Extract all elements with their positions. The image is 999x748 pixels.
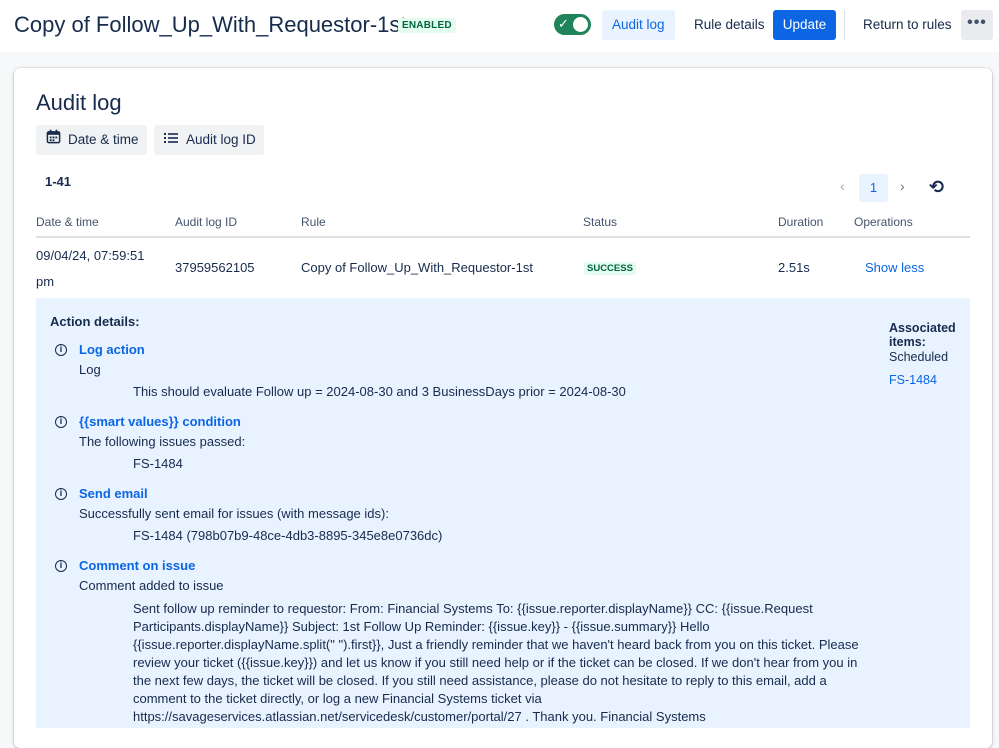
audit-log-card: Audit log Date & time Audit log ID 1-41 …	[14, 68, 992, 748]
associated-items-label: Associated items:	[889, 321, 956, 349]
column-header-duration: Duration	[778, 215, 824, 229]
smart-values-condition-subtitle: The following issues passed:	[79, 434, 246, 449]
log-action-body: This should evaluate Follow up = 2024-08…	[133, 384, 626, 399]
page-title: Copy of Follow_Up_With_Requestor-1st	[14, 12, 407, 37]
associated-items: Associated items: Scheduled FS-1484	[889, 321, 959, 387]
rule-enabled-toggle[interactable]: ✓	[554, 14, 591, 35]
action-details-heading: Action details:	[50, 314, 140, 329]
smart-values-condition-title[interactable]: {{smart values}} condition	[79, 414, 241, 429]
log-action-subtitle: Log	[79, 362, 101, 377]
list-icon	[164, 125, 180, 155]
calendar-icon	[46, 125, 62, 155]
info-icon: i	[55, 344, 67, 356]
row-rule: Copy of Follow_Up_With_Requestor-1st	[301, 260, 533, 275]
log-action-title[interactable]: Log action	[79, 342, 145, 357]
result-range: 1-41	[45, 174, 72, 189]
enabled-status-badge: ENABLED	[398, 18, 456, 33]
column-header-status: Status	[583, 215, 618, 229]
update-button[interactable]: Update	[773, 10, 836, 40]
column-header-date: Date & time	[36, 215, 99, 229]
row-date-line2: pm	[36, 274, 55, 289]
associated-items-type: Scheduled	[889, 350, 949, 364]
smart-values-condition-body: FS-1484	[133, 456, 183, 471]
check-icon: ✓	[558, 16, 569, 31]
row-audit-id: 37959562105	[175, 260, 255, 275]
more-icon: •••	[967, 14, 987, 31]
row-duration: 2.51s	[778, 260, 810, 275]
info-icon: i	[55, 488, 67, 500]
comment-on-issue-subtitle: Comment added to issue	[79, 578, 224, 593]
chevron-right-icon[interactable]: ›	[900, 178, 905, 194]
comment-on-issue-body: Sent follow up reminder to requestor: Fr…	[133, 601, 859, 724]
audit-log-title: Audit log	[36, 90, 122, 115]
show-less-link[interactable]: Show less	[865, 260, 924, 275]
column-header-operations: Operations	[854, 215, 913, 229]
audit-log-id-filter-label: Audit log ID	[186, 132, 256, 147]
column-header-audit-id: Audit log ID	[175, 215, 238, 229]
audit-log-id-filter-button[interactable]: Audit log ID	[154, 125, 264, 155]
header-divider	[844, 10, 845, 40]
column-header-rule: Rule	[301, 215, 326, 229]
send-email-title[interactable]: Send email	[79, 486, 148, 501]
info-icon: i	[55, 560, 67, 572]
return-to-rules-button[interactable]: Return to rules	[853, 10, 962, 40]
send-email-body: FS-1484 (798b07b9-48ce-4db3-8895-345e8e0…	[133, 528, 443, 543]
toggle-knob	[573, 17, 588, 32]
chevron-left-icon[interactable]: ‹	[840, 178, 845, 194]
action-details-panel: Action details: Associated items: Schedu…	[36, 298, 970, 728]
table-header-divider	[36, 236, 970, 238]
success-status-badge: SUCCESS	[584, 262, 636, 275]
refresh-icon[interactable]: ⟲	[929, 177, 944, 198]
date-time-filter-label: Date & time	[68, 132, 139, 147]
row-date-line1: 09/04/24, 07:59:51	[36, 248, 145, 263]
associated-issue-link[interactable]: FS-1484	[889, 373, 959, 387]
row-date: 09/04/24, 07:59:51 pm	[36, 243, 156, 295]
send-email-subtitle: Successfully sent email for issues (with…	[79, 506, 389, 521]
info-icon: i	[55, 416, 67, 428]
page-1-button[interactable]: 1	[859, 174, 888, 202]
page-header: Copy of Follow_Up_With_Requestor-1st ENA…	[0, 0, 999, 52]
audit-log-button[interactable]: Audit log	[602, 10, 675, 40]
date-time-filter-button[interactable]: Date & time	[36, 125, 147, 155]
rule-details-button[interactable]: Rule details	[684, 10, 775, 40]
comment-on-issue-title[interactable]: Comment on issue	[79, 558, 195, 573]
more-options-button[interactable]: •••	[961, 10, 993, 40]
